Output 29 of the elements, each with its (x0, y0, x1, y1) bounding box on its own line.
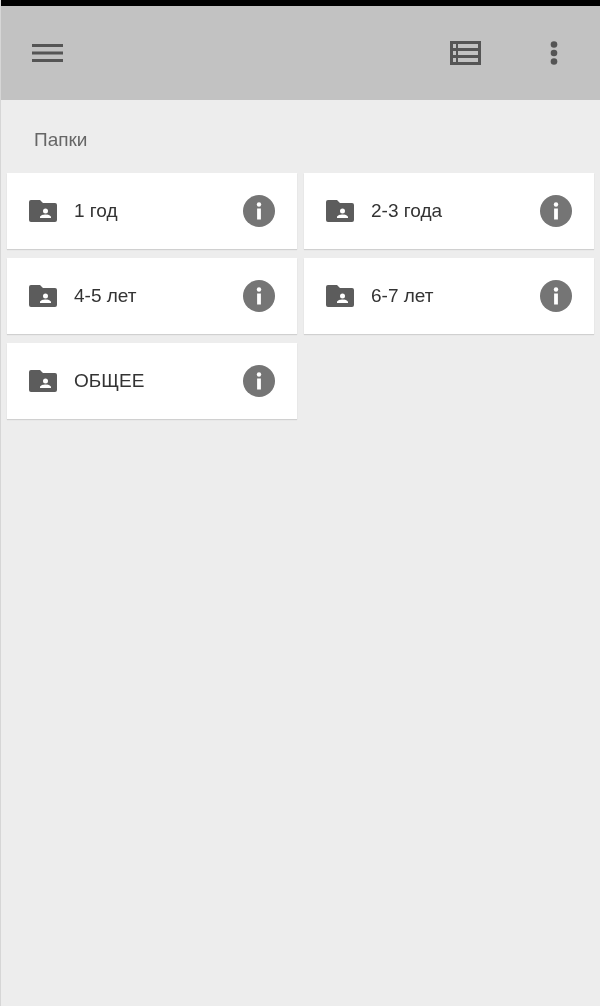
folder-card[interactable]: 1 год (7, 173, 297, 249)
folder-card[interactable]: ОБЩЕЕ (7, 343, 297, 419)
info-icon (540, 280, 572, 312)
shared-folder-icon (326, 285, 354, 307)
folder-card[interactable]: 4-5 лет (7, 258, 297, 334)
list-view-icon (450, 41, 481, 65)
info-icon (243, 365, 275, 397)
folder-name: ОБЩЕЕ (74, 370, 146, 392)
section-title: Папки (33, 128, 89, 146)
more-options-icon (550, 41, 558, 65)
shared-folder-icon (29, 370, 57, 392)
info-button[interactable] (243, 280, 275, 312)
info-icon (540, 195, 572, 227)
info-button[interactable] (540, 280, 572, 312)
info-button[interactable] (243, 365, 275, 397)
info-icon (243, 280, 275, 312)
shared-folder-icon (326, 200, 354, 222)
info-button[interactable] (540, 195, 572, 227)
folder-card[interactable]: 2-3 года (304, 173, 594, 249)
shared-folder-icon (29, 200, 57, 222)
shared-folder-icon (29, 285, 57, 307)
folder-name: 2-3 года (371, 200, 444, 222)
folder-name: 6-7 лет (371, 285, 435, 307)
folder-card[interactable]: 6-7 лет (304, 258, 594, 334)
folder-name: 4-5 лет (74, 285, 138, 307)
info-button[interactable] (243, 195, 275, 227)
menu-icon (32, 44, 63, 62)
info-icon (243, 195, 275, 227)
folder-name: 1 год (74, 200, 119, 222)
